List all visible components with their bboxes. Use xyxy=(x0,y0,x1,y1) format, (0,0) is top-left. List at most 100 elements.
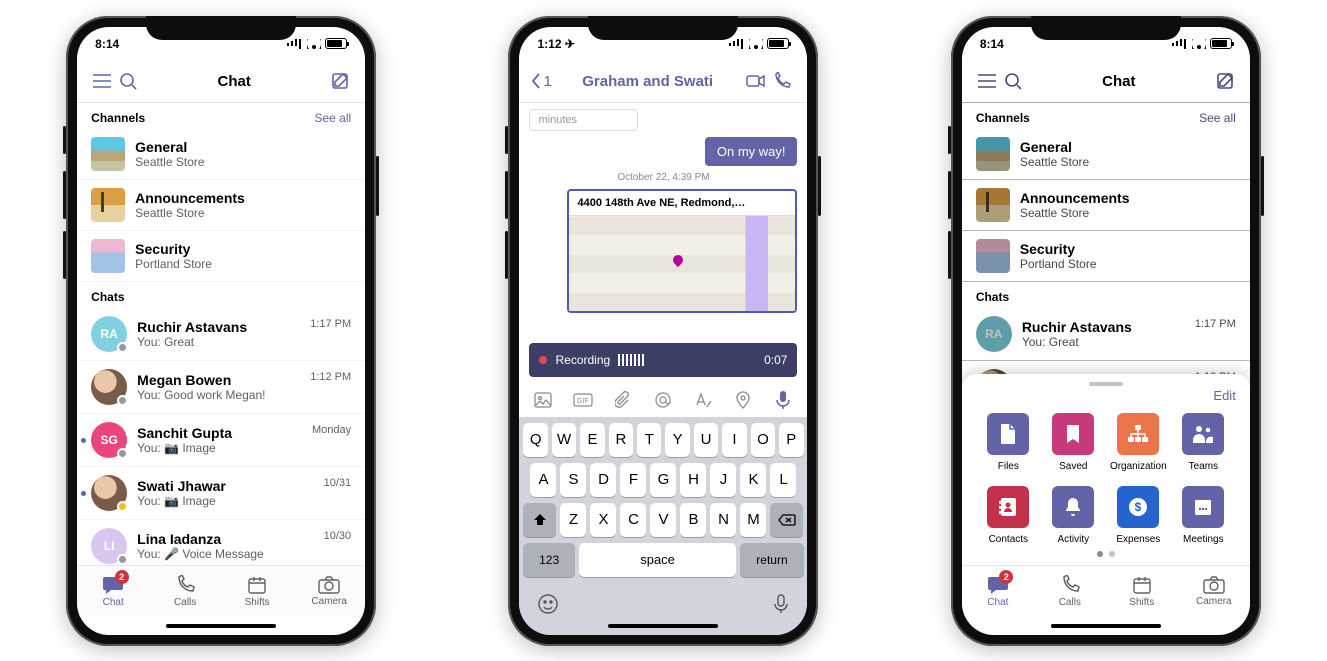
app-organization[interactable]: Organization xyxy=(1106,413,1171,472)
channel-row[interactable]: AnnouncementsSeattle Store xyxy=(77,180,365,231)
space-key[interactable]: space xyxy=(579,543,737,577)
keyboard[interactable]: QWERTYUIOP ASDFGHJKL ZXCVBNM 123spacereturn xyxy=(519,417,807,587)
app-expenses[interactable]: $Expenses xyxy=(1106,486,1171,545)
tab-shifts[interactable]: Shifts xyxy=(1106,566,1178,617)
attach-icon[interactable] xyxy=(613,390,633,410)
clock: 1:12 ✈ xyxy=(537,37,574,51)
key[interactable]: T xyxy=(637,423,661,457)
bookmark-icon xyxy=(1052,413,1094,455)
chat-time: 10/30 xyxy=(324,530,352,542)
dictation-icon[interactable] xyxy=(773,593,789,615)
app-meetings[interactable]: Meetings xyxy=(1171,486,1236,545)
shift-key[interactable] xyxy=(523,503,556,537)
map-thumbnail xyxy=(569,216,795,311)
avatar xyxy=(91,369,127,405)
chat-row[interactable]: RA Ruchir AstavansYou: Great 1:17 PM xyxy=(77,308,365,361)
search-icon[interactable] xyxy=(115,68,141,94)
back-count: 1 xyxy=(543,73,551,90)
chat-row[interactable]: Megan BowenYou: Good work Megan! 1:12 PM xyxy=(77,361,365,414)
key[interactable]: Z xyxy=(560,503,586,537)
calendar-icon xyxy=(1182,486,1224,528)
key[interactable]: W xyxy=(552,423,576,457)
camera-icon xyxy=(318,576,340,594)
gif-icon[interactable]: GIF xyxy=(573,390,593,410)
app-files[interactable]: Files xyxy=(976,413,1041,472)
mention-icon[interactable] xyxy=(653,390,673,410)
app-contacts[interactable]: Contacts xyxy=(976,486,1041,545)
edit-button[interactable]: Edit xyxy=(976,388,1236,403)
tab-label: Chat xyxy=(987,597,1008,608)
location-card[interactable]: 4400 148th Ave NE, Redmond,… xyxy=(567,189,797,313)
key[interactable]: V xyxy=(650,503,676,537)
tab-shifts[interactable]: Shifts xyxy=(221,566,293,617)
tab-camera[interactable]: Camera xyxy=(1178,566,1250,617)
key[interactable]: K xyxy=(740,463,766,497)
key[interactable]: U xyxy=(694,423,718,457)
recording-time: 0:07 xyxy=(764,353,787,367)
key[interactable]: H xyxy=(680,463,706,497)
outgoing-message[interactable]: On my way! xyxy=(705,137,798,166)
see-all-link[interactable]: See all xyxy=(314,111,351,125)
video-call-icon[interactable] xyxy=(743,68,769,94)
chat-row[interactable]: Swati JhawarYou: 📷 Image 10/31 xyxy=(77,467,365,520)
key[interactable]: I xyxy=(722,423,746,457)
tab-chat[interactable]: 2Chat xyxy=(77,566,149,617)
image-icon[interactable] xyxy=(533,390,553,410)
key[interactable]: D xyxy=(590,463,616,497)
app-teams[interactable]: Teams xyxy=(1171,413,1236,472)
shifts-icon xyxy=(1132,575,1152,595)
key[interactable]: S xyxy=(560,463,586,497)
tab-calls[interactable]: Calls xyxy=(1034,566,1106,617)
compose-icon[interactable] xyxy=(327,68,353,94)
key[interactable]: R xyxy=(609,423,633,457)
key[interactable]: A xyxy=(530,463,556,497)
emoji-icon[interactable] xyxy=(537,593,559,615)
key[interactable]: P xyxy=(779,423,803,457)
app-activity[interactable]: Activity xyxy=(1041,486,1106,545)
back-button[interactable]: 1 xyxy=(531,73,551,90)
chat-row[interactable]: SG Sanchit GuptaYou: 📷 Image Monday xyxy=(77,414,365,467)
key[interactable]: X xyxy=(590,503,616,537)
key[interactable]: Y xyxy=(665,423,689,457)
mic-icon[interactable] xyxy=(773,390,793,410)
app-saved[interactable]: Saved xyxy=(1041,413,1106,472)
backspace-key[interactable] xyxy=(770,503,803,537)
recording-bar[interactable]: Recording 0:07 xyxy=(529,343,797,377)
record-indicator-icon xyxy=(539,356,547,364)
key[interactable]: Q xyxy=(523,423,547,457)
key[interactable]: B xyxy=(680,503,706,537)
tab-calls[interactable]: Calls xyxy=(149,566,221,617)
wifi-icon xyxy=(749,39,763,49)
chat-body[interactable]: minutes On my way! October 22, 4:39 PM 4… xyxy=(519,103,807,337)
hamburger-icon[interactable] xyxy=(89,68,115,94)
channels-header: ChannelsSee all xyxy=(77,103,365,129)
app-label: Meetings xyxy=(1183,534,1224,545)
key[interactable]: N xyxy=(710,503,736,537)
chat-title[interactable]: Graham and Swati xyxy=(552,73,744,90)
key[interactable]: F xyxy=(620,463,646,497)
channel-row[interactable]: GeneralSeattle Store xyxy=(77,129,365,180)
overlay[interactable]: Edit Files Saved OrganizationTeams Contacts… xyxy=(962,27,1250,635)
key[interactable]: G xyxy=(650,463,676,497)
return-key[interactable]: return xyxy=(740,543,803,577)
audio-call-icon[interactable] xyxy=(769,68,795,94)
tab-camera[interactable]: Camera xyxy=(293,566,365,617)
key[interactable]: L xyxy=(770,463,796,497)
cellular-icon xyxy=(287,39,303,49)
tab-chat[interactable]: 2Chat xyxy=(962,566,1034,617)
app-label: Saved xyxy=(1059,461,1087,472)
format-icon[interactable] xyxy=(693,390,713,410)
key[interactable]: C xyxy=(620,503,646,537)
location-icon[interactable] xyxy=(733,390,753,410)
key[interactable]: J xyxy=(710,463,736,497)
sheet-handle[interactable] xyxy=(1089,382,1123,386)
key[interactable]: O xyxy=(751,423,775,457)
channel-row[interactable]: SecurityPortland Store xyxy=(77,231,365,282)
wifi-icon xyxy=(307,39,321,49)
phone-app-drawer: 8:14 Chat ChannelsSee allGeneralSeattle … xyxy=(951,16,1261,646)
key[interactable]: E xyxy=(580,423,604,457)
numeric-key[interactable]: 123 xyxy=(523,543,574,577)
chat-row[interactable]: LI Lina IadanzaYou: 🎤 Voice Message 10/3… xyxy=(77,520,365,565)
battery-icon xyxy=(767,38,789,49)
key[interactable]: M xyxy=(740,503,766,537)
